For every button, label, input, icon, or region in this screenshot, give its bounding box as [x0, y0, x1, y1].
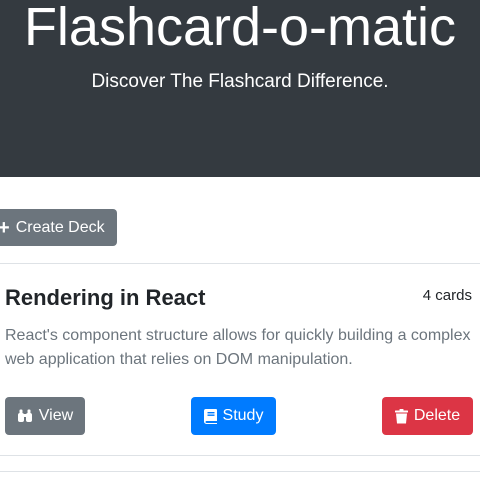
trash-icon — [394, 408, 408, 424]
delete-deck-button[interactable]: Delete — [382, 397, 473, 435]
divider — [0, 471, 480, 472]
plus-icon: + — [0, 216, 10, 239]
delete-label: Delete — [413, 407, 461, 424]
deck-description: React's component structure allows for q… — [5, 327, 471, 368]
book-icon — [203, 408, 217, 424]
app-subtitle: Discover The Flashcard Difference. — [91, 71, 389, 92]
binoculars-icon — [17, 409, 33, 423]
create-deck-button[interactable]: + Create Deck — [0, 209, 117, 246]
divider — [0, 263, 480, 264]
deck-name: Rendering in React — [5, 285, 206, 310]
view-deck-button[interactable]: View — [5, 397, 85, 435]
page-header: Flashcard-o-matic Discover The Flashcard… — [0, 0, 480, 177]
study-deck-button[interactable]: Study — [191, 397, 276, 435]
view-label: View — [38, 407, 74, 424]
create-deck-label: Create Deck — [15, 219, 105, 236]
app-title: Flashcard-o-matic — [23, 0, 457, 57]
divider — [0, 455, 480, 456]
study-label: Study — [222, 407, 264, 424]
card-count: 4 cards — [422, 287, 472, 304]
